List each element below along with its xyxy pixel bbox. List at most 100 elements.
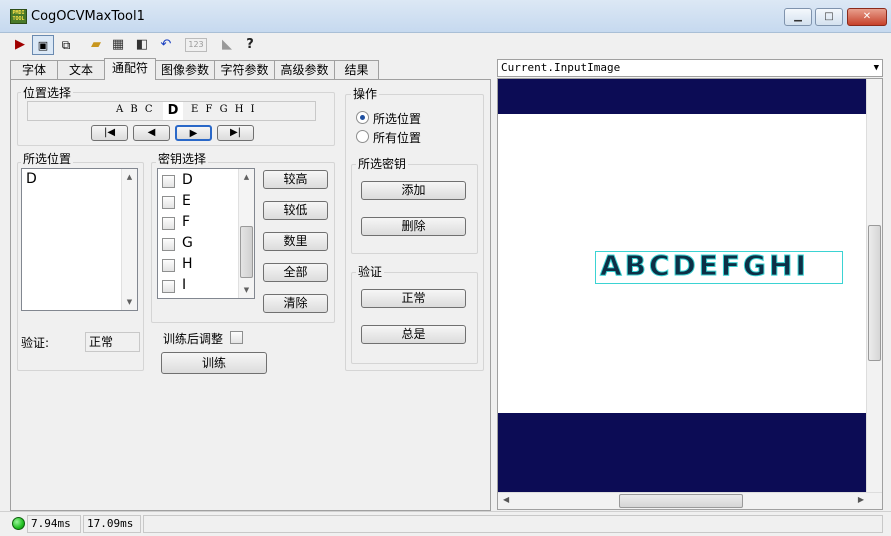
scroll-left-icon[interactable]: ◀ (503, 495, 509, 504)
ocr-text: ABCDEFGHI (600, 249, 809, 283)
first-position-button[interactable]: |◀ (91, 125, 128, 141)
scroll-right-icon[interactable]: ▶ (858, 495, 864, 504)
key-checkbox[interactable] (162, 259, 175, 272)
tab-char-params[interactable]: 字符参数 (214, 60, 275, 79)
key-label: E (182, 193, 191, 209)
close-button[interactable]: ✕ (847, 8, 887, 26)
viewer-hscroll-thumb[interactable] (619, 494, 743, 508)
viewer-vscroll[interactable] (866, 79, 882, 493)
position-select-label: 位置选择 (21, 84, 74, 101)
tab-image-params[interactable]: 图像参数 (155, 60, 215, 79)
digits-button[interactable]: 数里 (263, 232, 328, 251)
higher-button[interactable]: 较高 (263, 170, 328, 189)
radio-selected-position[interactable] (356, 111, 369, 124)
scroll-down-icon[interactable]: ▼ (122, 298, 137, 306)
status-message (143, 515, 883, 533)
key-label: G (182, 235, 193, 251)
help-icon[interactable]: ? (240, 35, 260, 55)
key-item[interactable]: G (160, 235, 238, 256)
key-label: H (182, 256, 193, 272)
scroll-up-icon[interactable]: ▲ (122, 173, 137, 181)
tab-wildcard[interactable]: 通配符 (104, 58, 156, 80)
verify-group (351, 272, 478, 364)
list-item[interactable]: D (26, 171, 37, 187)
key-select-label: 密钥选择 (156, 150, 209, 167)
verify-label: 验证: (21, 336, 50, 350)
title-bar: PMDI TOOL CogOCVMaxTool1 ▁ □ ✕ (0, 0, 891, 33)
selected-key-label: 所选密钥 (356, 155, 409, 172)
key-label: D (182, 172, 193, 188)
scroll-up-icon[interactable]: ▲ (239, 173, 254, 181)
key-checkbox[interactable] (162, 217, 175, 230)
key-item[interactable]: D (160, 172, 238, 193)
status-bar: 7.94ms 17.09ms (0, 511, 891, 536)
lower-button[interactable]: 较低 (263, 201, 328, 220)
key-checkbox[interactable] (162, 196, 175, 209)
add-button[interactable]: 添加 (361, 181, 466, 200)
status-led-icon (12, 517, 25, 530)
viewer-hscroll[interactable]: ◀ ▶ (498, 492, 882, 509)
status-time-2: 17.09ms (83, 515, 141, 533)
key-checkbox[interactable] (162, 280, 175, 293)
tab-results[interactable]: 结果 (334, 60, 379, 79)
position-text-after: E F G H I (191, 104, 257, 115)
key-checkbox[interactable] (162, 175, 175, 188)
key-checkbox[interactable] (162, 238, 175, 251)
image-view-icon[interactable]: ▣ (32, 35, 54, 55)
image-source-select[interactable]: Current.InputImage ▼ (497, 59, 883, 77)
key-item[interactable]: F (160, 214, 238, 235)
run-icon[interactable]: ▶ (10, 35, 30, 55)
key-item[interactable]: I (160, 277, 238, 298)
selected-positions-list[interactable]: D ▲ ▼ (21, 168, 138, 311)
radio-selected-position-label[interactable]: 所选位置 (373, 110, 421, 127)
delete-button[interactable]: 删除 (361, 217, 466, 236)
last-position-button[interactable]: ▶| (217, 125, 254, 141)
reset-icon[interactable]: ↶ (156, 35, 176, 55)
settings-icon[interactable]: ◧ (132, 35, 152, 55)
key-label: I (182, 277, 187, 293)
scroll-thumb[interactable] (240, 226, 253, 278)
radio-all-positions-label[interactable]: 所有位置 (373, 129, 421, 146)
image-display[interactable]: ABCDEFGHI ◀ ▶ (497, 78, 883, 510)
clear-button[interactable]: 清除 (263, 294, 328, 313)
previous-position-button[interactable]: ◀ (133, 125, 170, 141)
key-select-list[interactable]: D E F G H I ▲ ▼ (157, 168, 255, 299)
verify-value: 正常 (85, 332, 140, 352)
numeric-icon[interactable]: 123 (185, 38, 207, 52)
tab-font[interactable]: 字体 (10, 60, 58, 79)
adjust-after-train-checkbox[interactable] (230, 331, 243, 344)
open-folder-icon[interactable]: ▰ (86, 35, 106, 55)
adjust-after-train-label: 训练后调整 (163, 332, 224, 346)
key-label: F (182, 214, 191, 230)
chevron-down-icon[interactable]: ▼ (874, 60, 879, 76)
position-text-strip: A B C D E F G H I (27, 101, 316, 121)
next-position-button[interactable]: ▶ (175, 125, 212, 141)
verify-group-label: 验证 (356, 263, 385, 280)
operation-label: 操作 (351, 85, 380, 102)
toolbar: ▶ ▣ ⧉ ▰ ▦ ◧ ↶ 123 ◣ ? (0, 33, 891, 57)
key-item[interactable]: E (160, 193, 238, 214)
normal-button[interactable]: 正常 (361, 289, 466, 308)
selected-positions-label: 所选位置 (21, 150, 74, 167)
app-icon: PMDI TOOL (10, 9, 27, 24)
list-scrollbar[interactable]: ▲ ▼ (121, 169, 137, 310)
tab-panel: 位置选择 A B C D E F G H I |◀ ◀ ▶ ▶| 所选位置 D … (10, 79, 491, 511)
scroll-down-icon[interactable]: ▼ (239, 286, 254, 294)
key-item[interactable]: H (160, 256, 238, 277)
position-current-char[interactable]: D (163, 102, 183, 120)
save-icon[interactable]: ▦ (108, 35, 128, 55)
viewer-vscroll-thumb[interactable] (868, 225, 881, 361)
minimize-button[interactable]: ▁ (784, 8, 812, 26)
graphics-icon[interactable]: ◣ (217, 35, 237, 55)
tab-text[interactable]: 文本 (57, 60, 105, 79)
image-source-value: Current.InputImage (501, 61, 621, 74)
all-button[interactable]: 全部 (263, 263, 328, 282)
radio-all-positions[interactable] (356, 130, 369, 143)
copy-icon[interactable]: ⧉ (56, 35, 76, 55)
key-list-scrollbar[interactable]: ▲ ▼ (238, 169, 254, 298)
train-button[interactable]: 训练 (161, 352, 267, 374)
always-button[interactable]: 总是 (361, 325, 466, 344)
tab-advanced-params[interactable]: 高级参数 (274, 60, 335, 79)
status-time-1: 7.94ms (27, 515, 81, 533)
maximize-button[interactable]: □ (815, 8, 843, 26)
